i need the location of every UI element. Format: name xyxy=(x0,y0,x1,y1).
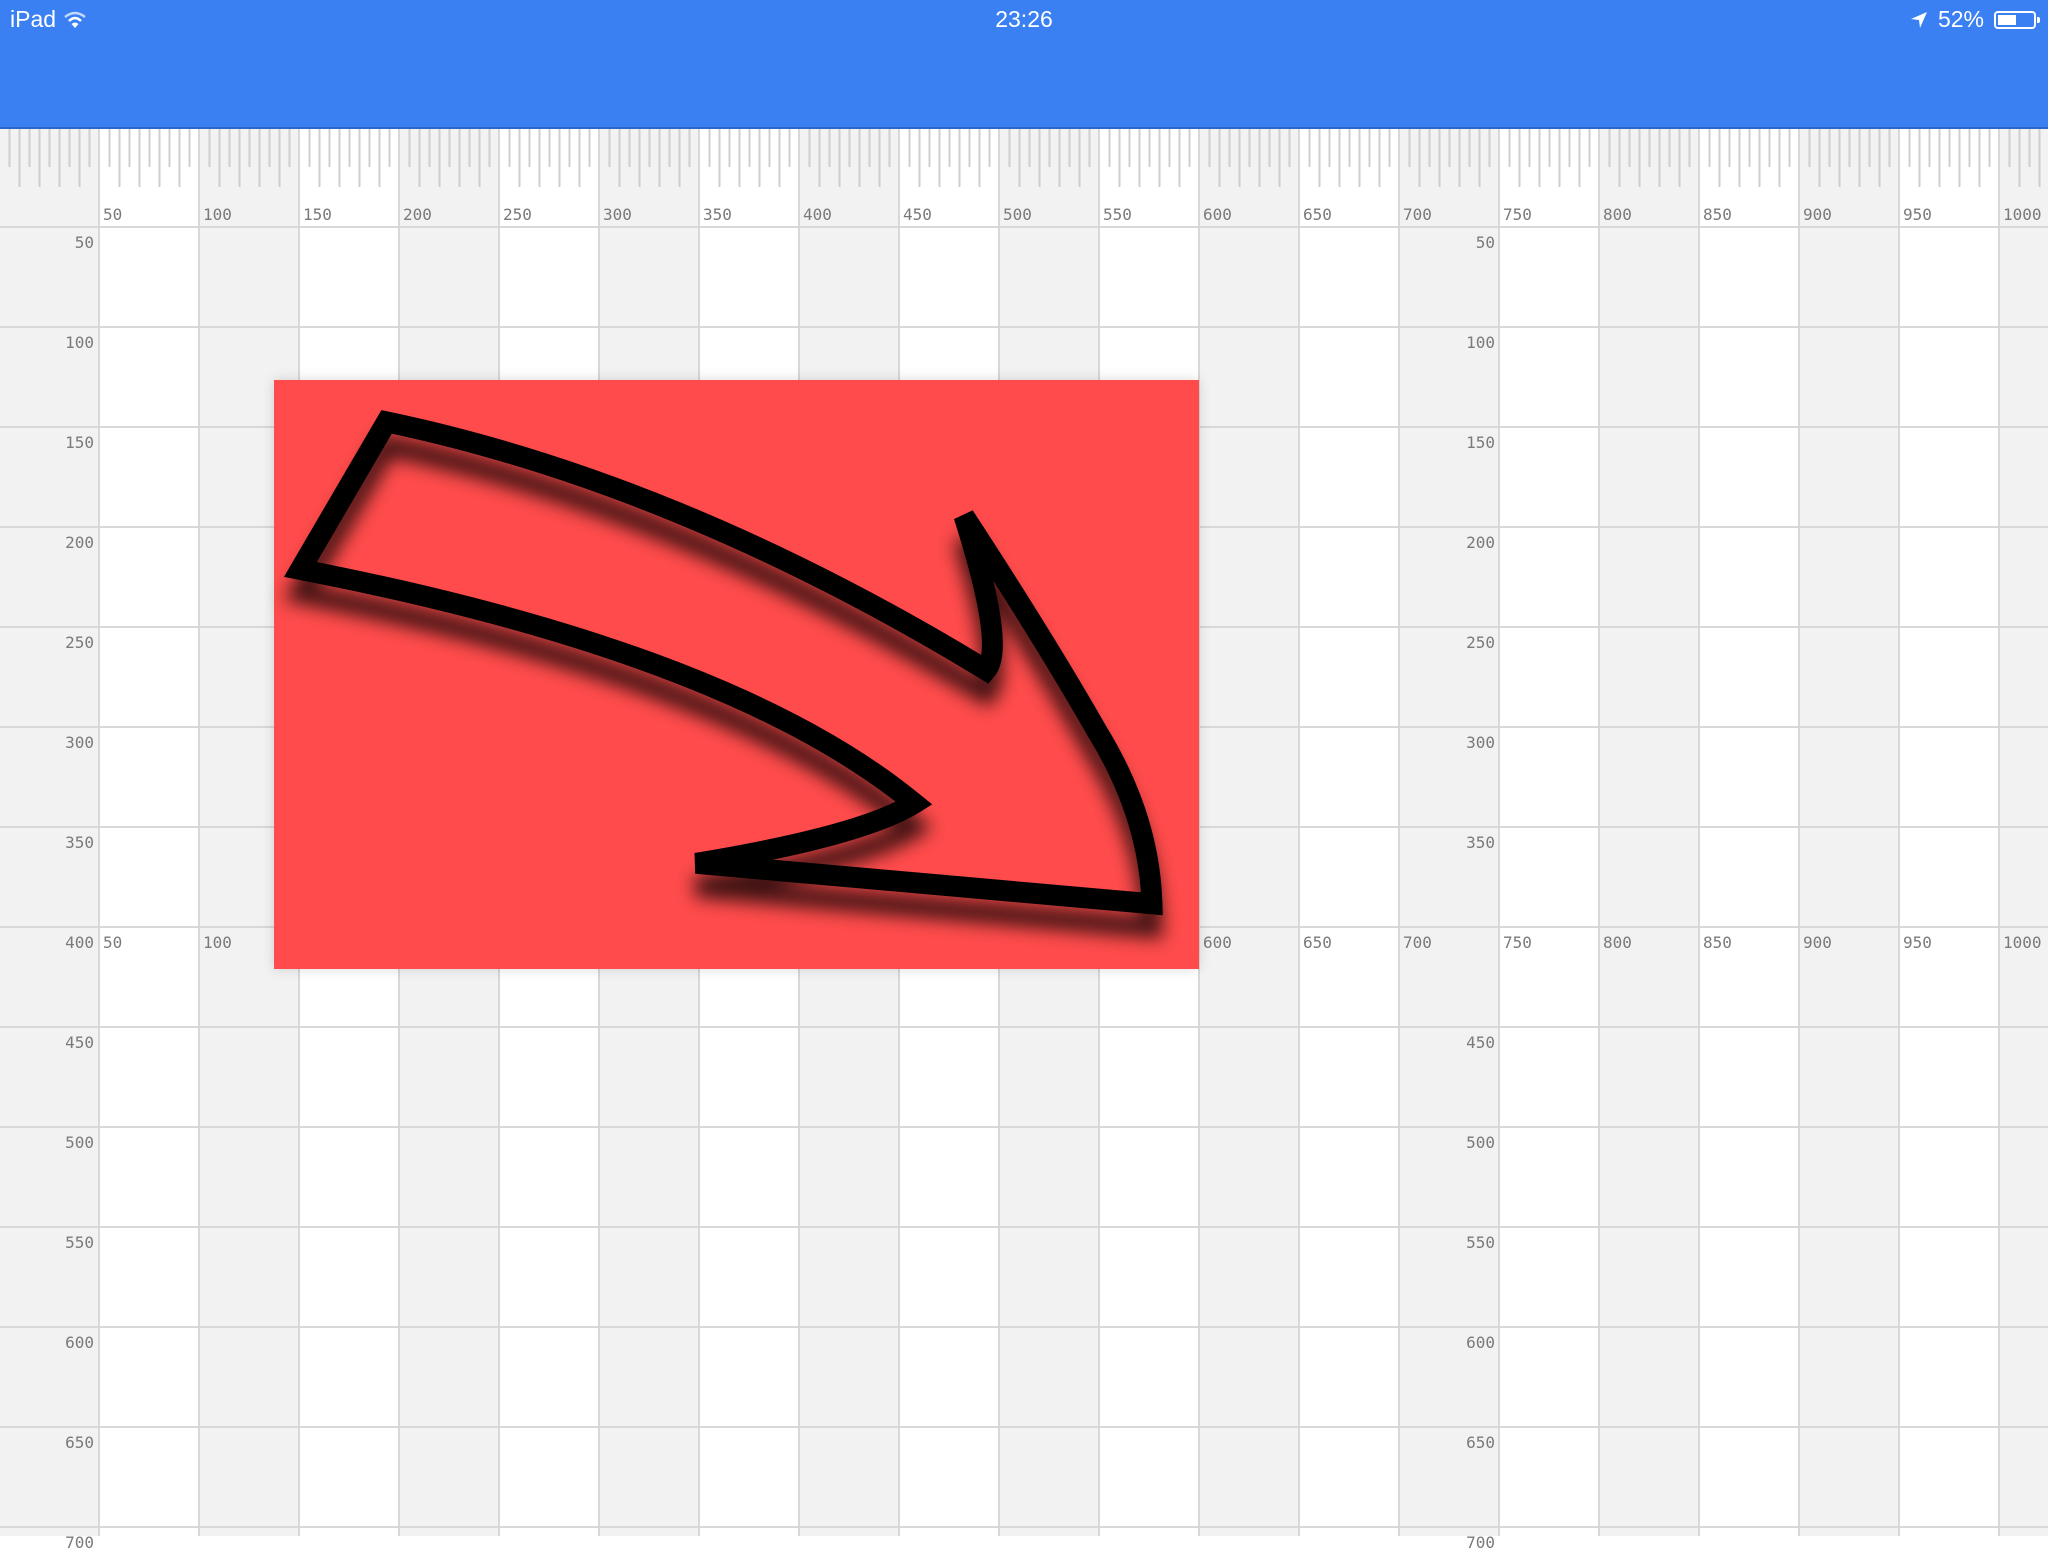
x-ruler-label-second-row: 900 xyxy=(1803,933,1832,952)
column-band xyxy=(1699,127,1799,1536)
y-ruler-label: 550 xyxy=(65,1233,94,1252)
x-ruler-label-second-row: 100 xyxy=(203,933,232,952)
x-ruler-label-second-row: 750 xyxy=(1503,933,1532,952)
x-ruler-label: 900 xyxy=(1803,205,1832,224)
y-ruler-label-right: 550 xyxy=(1466,1233,1495,1252)
x-ruler-label: 400 xyxy=(803,205,832,224)
x-ruler-label: 350 xyxy=(703,205,732,224)
x-ruler-label: 550 xyxy=(1103,205,1132,224)
x-ruler-label: 700 xyxy=(1403,205,1432,224)
y-ruler-label-right: 300 xyxy=(1466,733,1495,752)
y-ruler-label: 450 xyxy=(65,1033,94,1052)
battery-percent: 52% xyxy=(1937,6,1984,32)
x-ruler-label: 150 xyxy=(303,205,332,224)
x-ruler-label: 950 xyxy=(1903,205,1932,224)
y-ruler-label-right: 100 xyxy=(1466,333,1495,352)
x-ruler-label: 450 xyxy=(903,205,932,224)
x-ruler-label-second-row: 1000 xyxy=(2003,933,2042,952)
x-ruler-label: 50 xyxy=(103,205,123,224)
x-ruler-label: 850 xyxy=(1703,205,1732,224)
x-ruler-label-second-row: 700 xyxy=(1403,933,1432,952)
column-band xyxy=(1899,127,1999,1536)
x-ruler-label: 1000 xyxy=(2003,205,2042,224)
y-ruler-label: 350 xyxy=(65,833,94,852)
x-ruler-label-second-row: 50 xyxy=(103,933,123,952)
y-ruler-label-right: 450 xyxy=(1466,1033,1495,1052)
y-ruler-label-right: 650 xyxy=(1466,1433,1495,1452)
x-ruler-label: 300 xyxy=(603,205,632,224)
column-band xyxy=(99,127,199,1536)
x-ruler-label-second-row: 850 xyxy=(1703,933,1732,952)
status-right: 52% xyxy=(1910,6,2040,33)
x-ruler-label: 650 xyxy=(1303,205,1332,224)
y-ruler-label: 650 xyxy=(65,1433,94,1452)
y-ruler-label-right: 150 xyxy=(1466,433,1495,452)
status-bar: iPad 23:26 52% xyxy=(0,0,2048,129)
battery-icon xyxy=(1994,10,2040,29)
x-ruler-label-second-row: 800 xyxy=(1603,933,1632,952)
x-ruler-label: 100 xyxy=(203,205,232,224)
y-ruler-label-right: 50 xyxy=(1475,233,1495,252)
y-ruler-label-right: 200 xyxy=(1466,533,1495,552)
x-ruler-label: 200 xyxy=(403,205,432,224)
y-ruler-label-right: 500 xyxy=(1466,1133,1495,1152)
y-ruler-label-right: 350 xyxy=(1466,833,1495,852)
x-ruler-label-second-row: 600 xyxy=(1203,933,1232,952)
y-ruler-label: 250 xyxy=(65,633,94,652)
y-ruler-label: 100 xyxy=(65,333,94,352)
battery-fill xyxy=(1998,14,2016,25)
y-ruler-label-right: 250 xyxy=(1466,633,1495,652)
x-ruler-label: 750 xyxy=(1503,205,1532,224)
y-ruler-label: 600 xyxy=(65,1333,94,1352)
y-ruler-label: 50 xyxy=(74,233,94,252)
y-ruler-label: 300 xyxy=(65,733,94,752)
x-ruler-label: 600 xyxy=(1203,205,1232,224)
location-arrow-icon xyxy=(1910,11,1927,28)
x-ruler-label: 800 xyxy=(1603,205,1632,224)
x-ruler-label-second-row: 950 xyxy=(1903,933,1932,952)
x-ruler-label: 250 xyxy=(503,205,532,224)
x-ruler-label: 500 xyxy=(1003,205,1032,224)
red-rectangle-shape[interactable] xyxy=(274,380,1199,969)
y-ruler-label: 400 xyxy=(65,933,94,952)
y-ruler-label: 500 xyxy=(65,1133,94,1152)
y-ruler-label: 150 xyxy=(65,433,94,452)
y-ruler-label-right: 600 xyxy=(1466,1333,1495,1352)
column-band xyxy=(1499,127,1599,1536)
clock: 23:26 xyxy=(995,6,1053,32)
x-ruler-label-second-row: 650 xyxy=(1303,933,1332,952)
y-ruler-label: 200 xyxy=(65,533,94,552)
